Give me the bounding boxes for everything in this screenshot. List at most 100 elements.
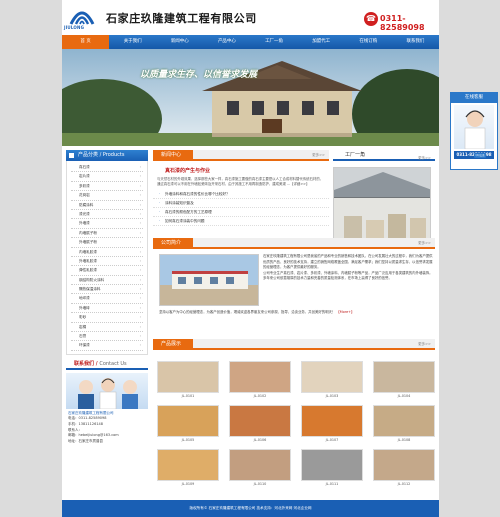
qq-chat-button[interactable]: QQ交谈: [474, 153, 486, 158]
about-read-more[interactable]: 【More+】: [336, 310, 354, 314]
showcase-title: 产品展示: [153, 339, 193, 350]
about-more-link[interactable]: 更多>>: [418, 241, 431, 246]
category-item[interactable]: 石膏 ›: [71, 332, 143, 342]
product-card[interactable]: JL-0105: [157, 405, 219, 445]
nav-item-about[interactable]: 关于我们: [109, 35, 156, 49]
float-agent-image: QQ交谈: [454, 105, 494, 158]
phone-icon: ☎: [364, 12, 378, 26]
factory-section: 工厂一角 更多>>: [333, 150, 435, 249]
category-label: 岩片漆: [79, 174, 90, 179]
category-item[interactable]: 岩片漆 ›: [71, 172, 143, 182]
floating-service-panel: 在线客服 QQ交谈 0311-82589098: [450, 92, 498, 170]
nav-item-home[interactable]: 首 页: [62, 35, 110, 49]
category-item[interactable]: 隔热保温涂料 ›: [71, 285, 143, 295]
factory-more-link[interactable]: 更多>>: [418, 153, 431, 164]
news-more-link[interactable]: 更多>>: [312, 153, 325, 158]
category-item[interactable]: 岩棉 ›: [71, 323, 143, 333]
square-bullet-icon: [69, 153, 74, 158]
category-item[interactable]: 外墙乳胶漆 ›: [71, 257, 143, 267]
category-label: 弹性乳胶漆: [79, 268, 97, 273]
news-item[interactable]: 如何真石漆涂装中的问题: [153, 217, 329, 226]
product-card[interactable]: JL-0102: [229, 361, 291, 401]
news-list: 外墙涂料和真石漆的性价比哪个比较好？ 涂料涂装知识普及 真石漆的颜色配方的工艺原…: [153, 190, 329, 226]
product-caption: JL-0102: [253, 394, 267, 398]
category-item[interactable]: 内墙乳胶漆 ›: [71, 248, 143, 257]
product-card[interactable]: JL-0104: [373, 361, 435, 401]
product-swatch: [301, 449, 363, 481]
news-section: 新闻中心 更多>> 真石漆的产生与作业 与天然石材的外观效果，选择那些大家一样，…: [153, 150, 329, 226]
category-item[interactable]: 地坪漆 ›: [71, 294, 143, 304]
product-swatch: [229, 449, 291, 481]
contact-title-en: Contact Us: [99, 360, 127, 367]
category-item[interactable]: 外墙漆 ›: [71, 219, 143, 229]
about-image: [159, 254, 259, 306]
arrow-right-icon: ›: [139, 258, 141, 263]
nav-item-franchise[interactable]: 加盟代工: [298, 35, 345, 49]
category-item[interactable]: 外墙腻子粉 ›: [71, 238, 143, 248]
arrow-right-icon: ›: [139, 202, 141, 207]
category-item[interactable]: 花岗岩 ›: [71, 191, 143, 201]
product-card[interactable]: JL-0112: [373, 449, 435, 489]
showcase-more-link[interactable]: 更多>>: [418, 342, 431, 347]
product-caption: JL-0106: [253, 438, 267, 442]
category-item[interactable]: 外墙砖 ›: [71, 304, 143, 314]
news-item[interactable]: 真石漆的颜色配方的工艺原理: [153, 208, 329, 217]
product-card[interactable]: JL-0106: [229, 405, 291, 445]
category-item[interactable]: 真石漆 ›: [71, 163, 143, 173]
nav-item-factory[interactable]: 工厂一角: [251, 35, 298, 49]
category-label: 隔热保温涂料: [79, 287, 101, 292]
arrow-right-icon: ›: [139, 174, 141, 179]
products-title: 产品分类 / Products: [66, 150, 148, 161]
product-swatch: [229, 361, 291, 393]
footer: 版权所有© 石家庄玖隆建筑工程有限公司 技术支持：河北外来网 河北企业网: [62, 500, 439, 517]
category-item[interactable]: 彩砂 ›: [71, 313, 143, 323]
news-item[interactable]: 外墙涂料和真石漆的性价比哪个比较好？: [153, 190, 329, 199]
arrow-right-icon: ›: [139, 165, 141, 169]
product-card[interactable]: JL-0103: [301, 361, 363, 401]
banner-image: [62, 49, 439, 146]
arrow-right-icon: ›: [139, 221, 141, 226]
product-card[interactable]: JL-0109: [157, 449, 219, 489]
company-building-photo: [160, 255, 258, 305]
contact-info: 石家庄玖隆建筑工程有限公司 电话：0311-82589098 手机：138111…: [66, 409, 148, 447]
category-label: 环保漆: [79, 343, 90, 348]
news-item[interactable]: 涂料涂装知识普及: [153, 199, 329, 208]
category-label: 石膏: [79, 334, 87, 339]
arrow-right-icon: ›: [139, 277, 141, 282]
product-card[interactable]: JL-0101: [157, 361, 219, 401]
arrow-right-icon: ›: [139, 211, 141, 216]
service-agent-icon: [464, 110, 486, 150]
product-card[interactable]: JL-0107: [301, 405, 363, 445]
contact-title: 联系我们 / Contact Us: [66, 359, 148, 370]
nav-item-news[interactable]: 新闻中心: [156, 35, 203, 49]
contact-title-text: 联系我们: [74, 360, 95, 367]
product-swatch: [157, 361, 219, 393]
company-name: 石家庄玖隆建筑工程有限公司: [106, 12, 257, 25]
product-swatch: [229, 405, 291, 437]
main-nav: 首 页 关于我们 新闻中心 产品中心 工厂一角 加盟代工 在线订购 联系我们: [62, 35, 439, 49]
category-item[interactable]: 钢结构防火涂料 ›: [71, 276, 143, 286]
product-swatch: [157, 449, 219, 481]
logo-text: JIULONG: [64, 25, 85, 30]
nav-item-order[interactable]: 在线订购: [345, 35, 392, 49]
arrow-right-icon: ›: [139, 315, 141, 320]
category-item[interactable]: 防腐涂料 ›: [71, 201, 143, 210]
category-item[interactable]: 环保漆 ›: [71, 341, 143, 351]
page: JIULONG 石家庄玖隆建筑工程有限公司 ☎ 0311-82589098 首 …: [62, 0, 439, 517]
category-item[interactable]: 多彩漆 ›: [71, 182, 143, 192]
arrow-right-icon: ›: [139, 296, 141, 301]
product-card[interactable]: JL-0111: [301, 449, 363, 489]
category-item[interactable]: 内墙腻子粉 ›: [71, 229, 143, 239]
category-item[interactable]: 漆光漆 ›: [71, 210, 143, 220]
nav-item-contact[interactable]: 联系我们: [392, 35, 439, 49]
factory-image[interactable]: [333, 167, 431, 249]
nav-item-products[interactable]: 产品中心: [203, 35, 250, 49]
category-item[interactable]: 弹性乳胶漆 ›: [71, 266, 143, 276]
product-card[interactable]: JL-0108: [373, 405, 435, 445]
product-card[interactable]: JL-0110: [229, 449, 291, 489]
product-caption: JL-0108: [397, 438, 411, 442]
left-column: 产品分类 / Products 真石漆 › 岩片漆 › 多彩漆 › 花岗岩 › 防腐涂料…: [66, 150, 148, 446]
product-showcase: 产品展示 更多>> JL-0101 JL-0102 JL-0103 JL-010…: [153, 339, 435, 486]
news-headline[interactable]: 真石漆的产生与作业: [153, 167, 329, 174]
arrow-right-icon: ›: [139, 287, 141, 292]
